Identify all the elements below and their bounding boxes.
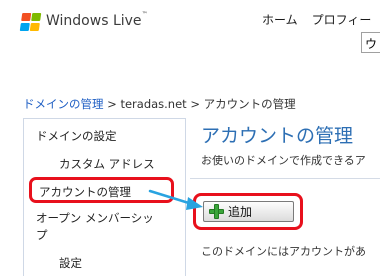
page-title: アカウントの管理 bbox=[201, 125, 354, 147]
top-navigation: ホーム プロフィー bbox=[262, 11, 371, 28]
add-button-label: 追加 bbox=[228, 205, 253, 219]
brand-name: Windows Live™ bbox=[46, 11, 148, 29]
sidebar-item-settings[interactable]: 設定 bbox=[59, 255, 82, 271]
sidebar-item-custom-address[interactable]: カスタム アドレス bbox=[59, 156, 155, 172]
sidebar-item-open-membership[interactable]: オープン メンバーシッ プ bbox=[36, 210, 154, 244]
divider bbox=[190, 178, 380, 179]
add-button[interactable]: 追加 bbox=[203, 201, 294, 222]
breadcrumb-separator: > bbox=[186, 97, 204, 111]
plus-icon bbox=[209, 204, 224, 219]
arrow-icon bbox=[148, 189, 203, 210]
sidebar-item-domain-settings[interactable]: ドメインの設定 bbox=[36, 128, 117, 144]
nav-home-link[interactable]: ホーム bbox=[262, 11, 298, 28]
search-input[interactable]: ウ bbox=[361, 32, 380, 53]
windows-flag-icon bbox=[19, 12, 43, 32]
breadcrumb-separator: > bbox=[103, 97, 121, 111]
breadcrumb-current: アカウントの管理 bbox=[203, 97, 296, 111]
breadcrumb-domain-management-link[interactable]: ドメインの管理 bbox=[23, 97, 104, 111]
account-status-message: このドメインにはアカウントがあ bbox=[201, 245, 366, 258]
windows-live-logo[interactable]: Windows Live™ bbox=[19, 11, 148, 32]
sidebar-item-label: アカウントの管理 bbox=[39, 185, 131, 199]
nav-profile-link[interactable]: プロフィー bbox=[312, 11, 372, 28]
breadcrumb-domain: teradas.net bbox=[120, 97, 187, 111]
page-description: お使いのドメインで作成できるア bbox=[201, 154, 366, 167]
breadcrumb: ドメインの管理 > teradas.net > アカウントの管理 bbox=[23, 96, 296, 112]
